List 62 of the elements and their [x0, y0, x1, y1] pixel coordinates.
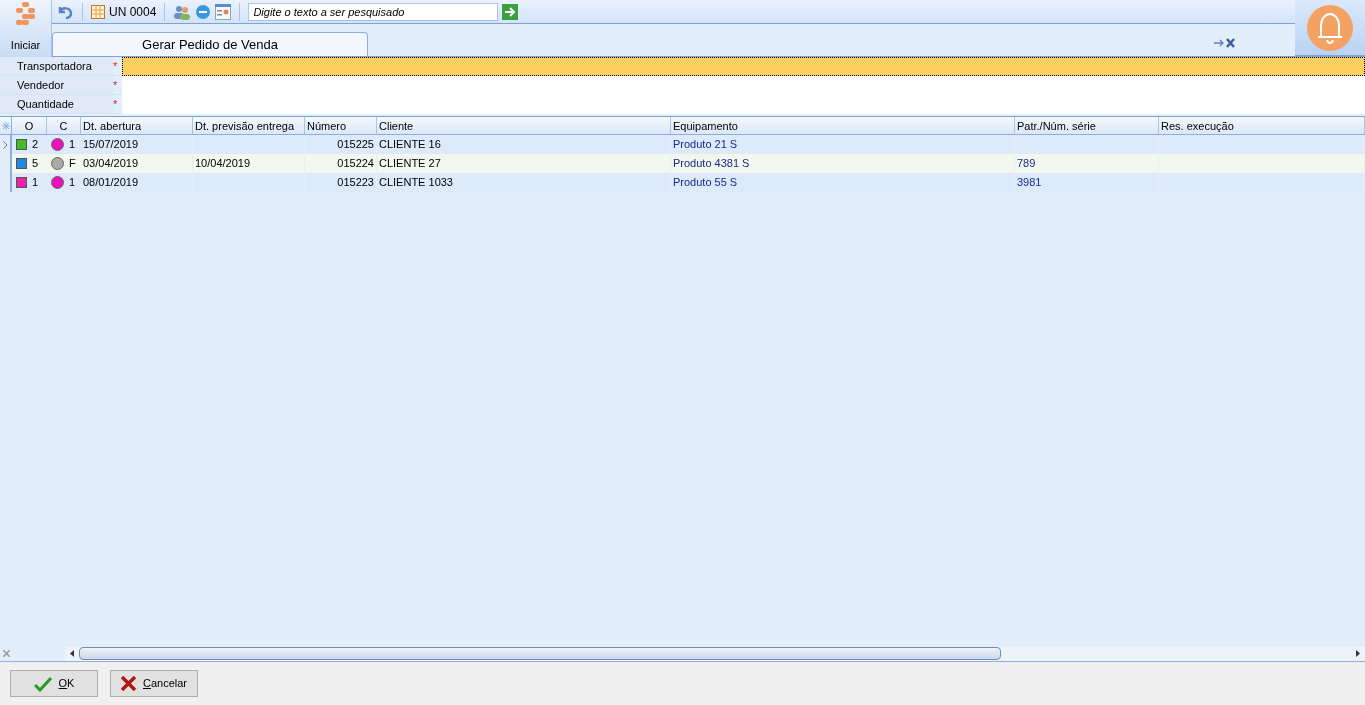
table-cell: 08/01/2019 — [83, 176, 139, 188]
chevron-right-icon — [2, 140, 8, 149]
tab[interactable]: Gerar Pedido de Venda — [52, 32, 368, 56]
table-cell-text: F — [69, 156, 76, 172]
scroll-right-icon[interactable] — [1356, 650, 1360, 657]
table-cell: Produto 21 S — [673, 138, 738, 150]
table-cell: 789 — [1017, 157, 1036, 169]
table-cell: CLIENTE 27 — [379, 157, 441, 169]
ok-button[interactable]: OK — [10, 670, 98, 697]
scrollbar-thumb[interactable] — [79, 647, 1001, 660]
column-header[interactable]: Res. execução — [1159, 117, 1365, 134]
input-field[interactable] — [122, 95, 1365, 114]
table-cell: CLIENTE 16 — [379, 138, 441, 150]
column-header[interactable]: Dt. previsão entrega — [193, 117, 305, 134]
input-field[interactable] — [122, 76, 1365, 95]
field-label: Quantidade — [0, 95, 113, 113]
minus-circle-icon[interactable] — [195, 3, 212, 20]
pin-close-icon[interactable] — [1213, 38, 1237, 48]
table-cell: Produto 55 S — [673, 176, 738, 188]
row-indicator[interactable] — [0, 135, 12, 154]
table-cell: 10/04/2019 — [195, 157, 251, 169]
field-label: Vendedor — [0, 76, 113, 94]
table-cell: 015225 — [337, 138, 374, 150]
search-go-button[interactable] — [502, 3, 519, 20]
contact-card-icon[interactable] — [215, 3, 232, 20]
asterisk-icon[interactable] — [1, 121, 10, 130]
column-header[interactable]: Número — [305, 117, 377, 134]
table-cell-text: 5 — [32, 156, 39, 172]
input-field[interactable] — [122, 57, 1365, 76]
users-icon[interactable] — [173, 3, 192, 20]
column-header[interactable]: Dt. abertura — [81, 117, 193, 134]
arrow-right-icon — [504, 6, 517, 17]
bell-icon[interactable] — [1306, 3, 1354, 52]
table-cell: Produto 4381 S — [673, 157, 750, 169]
table-cell-text: 1 — [32, 175, 39, 191]
column-header[interactable]: O — [12, 117, 47, 134]
cancel-button[interactable]: Cancelar — [110, 670, 198, 697]
column-header[interactable]: C — [47, 117, 81, 134]
table-cell: 03/04/2019 — [83, 157, 139, 169]
table-cell: 3981 — [1017, 176, 1042, 188]
table-cell-text: 1 — [69, 137, 76, 153]
table-cell: 015223 — [337, 176, 374, 188]
required-mark: * — [113, 59, 119, 74]
table-cell: CLIENTE 1033 — [379, 176, 453, 188]
search-field[interactable]: Digite o texto a ser pesquisado — [248, 2, 499, 21]
column-header[interactable]: Patr./Núm. série — [1015, 117, 1159, 134]
x-icon — [121, 676, 136, 691]
check-icon — [33, 675, 52, 692]
grid-icon[interactable] — [91, 4, 105, 19]
table-cell: 15/07/2019 — [83, 138, 139, 150]
close-icon[interactable] — [3, 650, 10, 657]
field-label: Transportadora — [0, 57, 113, 75]
table-cell-text: 1 — [69, 175, 76, 191]
required-mark: * — [113, 78, 119, 93]
unit-label[interactable]: UN 0004 — [109, 2, 157, 21]
column-header[interactable]: Equipamento — [671, 117, 1015, 134]
column-header[interactable]: Cliente — [377, 117, 671, 134]
required-mark: * — [113, 97, 119, 112]
table-cell-text: 2 — [32, 137, 39, 153]
table-cell: 015224 — [337, 157, 374, 169]
scroll-left-icon[interactable] — [70, 650, 74, 657]
start-label[interactable]: Iniciar — [10, 36, 41, 53]
